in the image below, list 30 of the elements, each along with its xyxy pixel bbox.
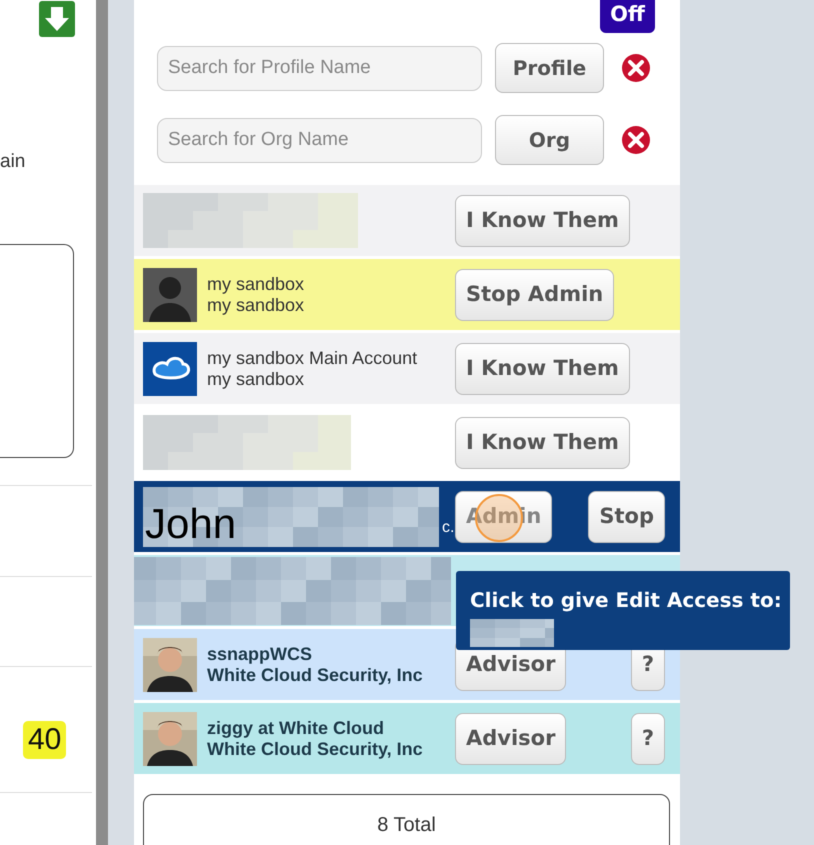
- profile-name: my sandbox: [207, 274, 304, 294]
- tooltip-text: Click to give Edit Access to:: [470, 587, 783, 614]
- profile-name: ziggy at White Cloud: [207, 718, 385, 738]
- row-button[interactable]: Stop: [588, 490, 665, 542]
- row-button[interactable]: I Know Them: [455, 342, 630, 394]
- off-toggle-button[interactable]: Off: [600, 0, 655, 33]
- profile-name: my sandbox Main Account: [207, 348, 418, 368]
- count-badge: 40: [23, 721, 66, 759]
- list-row[interactable]: my sandbox my sandbox Stop Admin: [134, 259, 680, 330]
- row-button[interactable]: ?: [630, 712, 665, 764]
- org-name: my sandbox: [207, 368, 306, 390]
- search-field[interactable]: Search for Profile Name: [157, 46, 482, 90]
- total-count: 8 Total: [143, 794, 670, 845]
- sidebar-label: ain: [0, 150, 26, 174]
- row-button[interactable]: Advisor: [455, 712, 566, 764]
- profile-name: ssnappWCS: [207, 644, 314, 664]
- org-name: my sandbox: [207, 294, 304, 316]
- row-button[interactable]: Stop Admin: [455, 268, 614, 320]
- list-row[interactable]: I Know Them: [134, 185, 680, 256]
- name-text: c.: [442, 518, 454, 538]
- list-row[interactable]: my sandbox Main Account my sandbox I Know Them: [134, 333, 680, 404]
- org-name: White Cloud Security, Inc: [207, 664, 423, 686]
- name-text: John: [145, 500, 236, 548]
- row-button[interactable]: I Know Them: [455, 194, 630, 246]
- row-button[interactable]: I Know Them: [455, 416, 630, 468]
- org-name: White Cloud Security, Inc: [207, 738, 423, 760]
- list-row[interactable]: ziggy at White Cloud White Cloud Security, Inc Advisor ?: [134, 703, 680, 774]
- search-button[interactable]: Profile: [495, 43, 604, 93]
- search-field[interactable]: Search for Org Name: [157, 118, 482, 162]
- search-button[interactable]: Org: [495, 115, 604, 165]
